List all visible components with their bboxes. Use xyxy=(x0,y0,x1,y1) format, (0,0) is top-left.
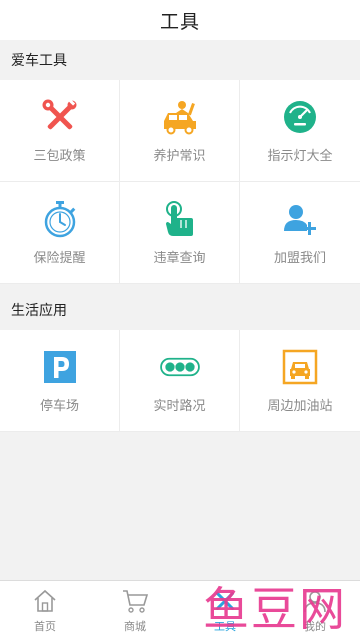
tool-insurance-reminder[interactable]: 保险提醒 xyxy=(0,182,120,284)
tool-label: 加盟我们 xyxy=(273,250,326,265)
tab-label: 我的 xyxy=(304,621,326,633)
home-icon xyxy=(31,587,59,615)
tab-label: 商城 xyxy=(124,621,146,633)
tool-label: 养护常识 xyxy=(153,148,206,163)
tab-mall[interactable]: 商城 xyxy=(90,581,180,640)
car-repair-icon xyxy=(160,97,200,137)
page-title: 工具 xyxy=(159,11,200,33)
section-title-car-tools: 爱车工具 xyxy=(0,40,360,80)
tool-label: 指示灯大全 xyxy=(267,148,333,163)
tool-warranty-policy[interactable]: 三包政策 xyxy=(0,80,120,182)
tab-tools[interactable]: 工具 xyxy=(180,581,270,640)
life-apps-grid: 停车场 实时路况 周边加油站 xyxy=(0,330,360,432)
cart-icon xyxy=(121,587,149,615)
tool-join-us[interactable]: 加盟我们 xyxy=(240,182,360,284)
tool-label: 三包政策 xyxy=(33,148,86,163)
wrench-screwdriver-icon xyxy=(40,97,80,137)
tab-label: 首页 xyxy=(34,621,56,633)
tool-maintenance-tips[interactable]: 养护常识 xyxy=(120,80,240,182)
user-icon xyxy=(301,587,329,615)
section-title-life-apps: 生活应用 xyxy=(0,290,360,330)
app-label: 周边加油站 xyxy=(267,398,333,413)
app-gas-stations[interactable]: 周边加油站 xyxy=(240,330,360,432)
bottom-tab-bar: 首页 商城 工具 我的 xyxy=(0,580,360,640)
app-traffic[interactable]: 实时路况 xyxy=(120,330,240,432)
stopwatch-icon xyxy=(40,199,80,239)
tools-icon xyxy=(211,587,239,615)
parking-icon xyxy=(40,347,80,387)
app-label: 实时路况 xyxy=(153,398,206,413)
tab-mine[interactable]: 我的 xyxy=(270,581,360,640)
tool-label: 保险提醒 xyxy=(33,250,86,265)
app-parking[interactable]: 停车场 xyxy=(0,330,120,432)
tool-label: 违章查询 xyxy=(153,250,206,265)
tab-label: 工具 xyxy=(214,621,236,633)
app-label: 停车场 xyxy=(39,398,79,413)
gas-station-car-icon xyxy=(280,347,320,387)
traffic-light-icon xyxy=(159,347,200,387)
hand-tap-icon xyxy=(160,199,200,239)
tool-indicator-lights[interactable]: 指示灯大全 xyxy=(240,80,360,182)
gauge-icon xyxy=(280,97,320,137)
car-tools-grid: 三包政策 养护常识 指示灯大全 保险提醒 违章查询 加盟我们 xyxy=(0,80,360,284)
top-bar: 工具 xyxy=(0,0,360,40)
tool-violation-query[interactable]: 违章查询 xyxy=(120,182,240,284)
add-user-icon xyxy=(280,199,320,239)
tab-home[interactable]: 首页 xyxy=(0,581,90,640)
